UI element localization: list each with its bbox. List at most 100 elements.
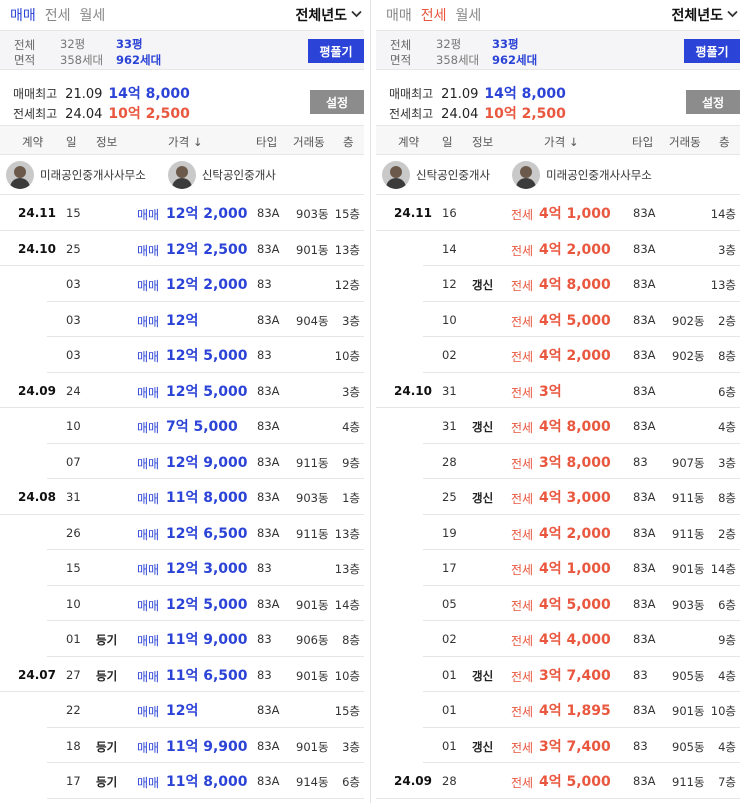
row-floor: 4층 — [342, 420, 360, 434]
header-floor[interactable]: 층 — [343, 134, 354, 150]
header-building[interactable]: 거래동 — [669, 134, 701, 150]
row-price: 4억 5,000 — [539, 774, 611, 790]
settings-button[interactable]: 설정 — [686, 90, 740, 114]
transaction-row[interactable]: 10 전세 4억 5,000 83A 902동 2층 — [376, 302, 740, 337]
row-floor: 6층 — [718, 384, 736, 399]
row-floor: 13층 — [334, 562, 360, 576]
row-price: 12억 2,000 — [166, 277, 248, 293]
tab-monthly-rent[interactable]: 월세 — [456, 5, 482, 25]
sale-high-price: 14억 8,000 — [108, 86, 190, 102]
row-day: 12 — [442, 277, 457, 291]
header-type[interactable]: 타입 — [632, 134, 653, 150]
row-type: 83A — [257, 738, 280, 753]
transaction-row[interactable]: 31 갱신 전세 4억 8,000 83A 4층 — [376, 408, 740, 444]
header-info[interactable]: 정보 — [96, 134, 117, 150]
transaction-row[interactable]: 17 전세 4억 1,000 83A 901동 14층 — [376, 550, 740, 586]
transaction-row[interactable]: 01 등기 매매 11억 9,000 83 906동 8층 — [0, 621, 364, 657]
row-building: 901동 — [296, 597, 329, 612]
transaction-row[interactable]: 14 전세 4억 2,000 83A 3층 — [376, 231, 740, 266]
row-floor: 7층 — [718, 775, 736, 789]
transaction-row[interactable]: 24.08 31 매매 11억 8,000 83A 903동 1층 — [0, 479, 364, 515]
header-info[interactable]: 정보 — [472, 134, 493, 150]
transaction-row[interactable]: 24.10 31 전세 3억 83A 6층 — [376, 373, 740, 408]
transaction-row[interactable]: 12 갱신 전세 4억 8,000 83A 13층 — [376, 266, 740, 302]
tab-sale[interactable]: 매매 — [10, 5, 36, 25]
transaction-row[interactable]: 18 등기 매매 11억 9,900 83A 901동 3층 — [0, 728, 364, 763]
row-building: 903동 — [296, 207, 329, 221]
transaction-row[interactable]: 19 전세 4억 2,000 83A 911동 2층 — [376, 515, 740, 550]
row-deal-kind: 전세 — [511, 527, 534, 542]
row-day: 16 — [442, 206, 457, 220]
area-option-32-pyeong[interactable]: 32평 — [436, 36, 461, 52]
row-price: 12억 5,000 — [166, 596, 248, 613]
header-floor[interactable]: 층 — [719, 134, 730, 150]
transaction-row[interactable]: 10 매매 12억 5,000 83A 901동 14층 — [0, 586, 364, 621]
tab-monthly-rent[interactable]: 월세 — [80, 5, 106, 25]
transaction-row[interactable]: 02 전세 4억 2,000 83A 902동 8층 — [376, 337, 740, 373]
row-deal-kind: 전세 — [511, 563, 534, 577]
row-info: 갱신 — [472, 491, 494, 505]
area-option-33-pyeong[interactable]: 33평 — [492, 36, 519, 52]
tab-sale[interactable]: 매매 — [386, 5, 412, 25]
transaction-row[interactable]: 24.07 27 등기 매매 11억 6,500 83 901동 10층 — [0, 657, 364, 692]
jeonse-high-date: 24.04 — [441, 107, 479, 122]
header-price-sort[interactable]: 가격 ↓ — [544, 134, 578, 150]
transaction-row[interactable]: 07 매매 12억 9,000 83A 911동 9층 — [0, 444, 364, 479]
area-option-32-pyeong[interactable]: 32평 — [60, 36, 85, 52]
transaction-row[interactable]: 26 매매 12억 6,500 83A 911동 13층 — [0, 515, 364, 550]
row-floor: 4층 — [718, 739, 736, 754]
row-type: 83 — [257, 561, 272, 575]
transaction-row[interactable]: 15 매매 12억 3,000 83 13층 — [0, 550, 364, 586]
transaction-row[interactable]: 22 매매 12억 83A 15층 — [0, 692, 364, 728]
transaction-row[interactable]: 03 매매 12억 83A 904동 3층 — [0, 302, 364, 337]
agent-item[interactable]: 신탁공인중개사 — [382, 160, 491, 189]
transaction-row[interactable]: 24.11 15 매매 12억 2,000 83A 903동 15층 — [0, 195, 364, 231]
row-contract-month: 24.11 — [18, 206, 56, 220]
year-filter-select[interactable]: 전체년도 — [295, 5, 362, 25]
expand-pyeong-button[interactable]: 평풀기 — [308, 39, 364, 63]
transaction-row[interactable]: 03 매매 12억 2,000 83 12층 — [0, 266, 364, 302]
row-deal-kind: 전세 — [511, 598, 534, 613]
transaction-row[interactable]: 24.10 25 매매 12억 2,500 83A 901동 13층 — [0, 231, 364, 266]
transaction-row[interactable]: 24.09 24 매매 12억 5,000 83A 3층 — [0, 373, 364, 408]
transaction-row[interactable]: 05 전세 4억 5,000 83A 903동 6층 — [376, 586, 740, 621]
year-filter-select[interactable]: 전체년도 — [671, 5, 738, 25]
transaction-row[interactable]: 02 전세 4억 4,000 83A 9층 — [376, 621, 740, 657]
header-contract[interactable]: 계약 — [398, 134, 419, 150]
header-contract[interactable]: 계약 — [22, 134, 43, 150]
transaction-row[interactable]: 03 매매 12억 5,000 83 10층 — [0, 337, 364, 373]
transaction-row[interactable]: 01 전세 4억 1,895 83A 901동 10층 — [376, 692, 740, 728]
expand-pyeong-button[interactable]: 평풀기 — [684, 39, 740, 63]
agent-item[interactable]: 신탁공인중개사 — [167, 160, 276, 189]
transaction-row[interactable]: 24.09 28 전세 4억 5,000 83A 911동 7층 — [376, 763, 740, 799]
header-building[interactable]: 거래동 — [293, 134, 325, 150]
row-deal-kind: 매매 — [137, 421, 160, 435]
row-deal-kind: 매매 — [137, 776, 160, 790]
transaction-row[interactable]: 25 갱신 전세 4억 3,000 83A 911동 8층 — [376, 479, 740, 515]
row-type: 83 — [633, 738, 648, 753]
agent-name: 신탁공인중개사 — [416, 167, 491, 182]
header-day[interactable]: 일 — [442, 134, 453, 150]
header-price-sort[interactable]: 가격 ↓ — [168, 134, 202, 150]
transaction-row[interactable]: 17 등기 매매 11억 8,000 83A 914동 6층 — [0, 763, 364, 799]
transaction-row[interactable]: 24.11 16 전세 4억 1,000 83A 14층 — [376, 195, 740, 231]
row-type: 83A — [257, 454, 280, 469]
agent-item[interactable]: 미래공인중개사사무소 — [6, 160, 146, 189]
area-option-33-pyeong[interactable]: 33평 — [116, 36, 143, 52]
transaction-row[interactable]: 28 전세 3억 8,000 83 907동 3층 — [376, 444, 740, 479]
row-type: 83A — [257, 774, 280, 788]
row-building: 905동 — [672, 668, 705, 683]
agent-item[interactable]: 미래공인중개사사무소 — [512, 160, 652, 189]
row-deal-kind: 전세 — [511, 421, 534, 435]
area-summary: 전체 면적 32평 358세대 33평 962세대 평풀기 — [376, 30, 740, 70]
header-day[interactable]: 일 — [66, 134, 77, 150]
settings-button[interactable]: 설정 — [310, 90, 364, 114]
transaction-row[interactable]: 01 갱신 전세 3억 7,400 83 905동 4층 — [376, 728, 740, 763]
transaction-row[interactable]: 01 갱신 전세 3억 7,400 83 905동 4층 — [376, 657, 740, 692]
tab-jeonse[interactable]: 전세 — [45, 5, 71, 25]
transaction-row[interactable]: 10 매매 7억 5,000 83A 4층 — [0, 408, 364, 444]
tab-jeonse[interactable]: 전세 — [421, 5, 447, 25]
row-deal-kind: 전세 — [511, 350, 534, 364]
header-type[interactable]: 타입 — [256, 134, 277, 150]
row-floor: 2층 — [718, 313, 736, 328]
